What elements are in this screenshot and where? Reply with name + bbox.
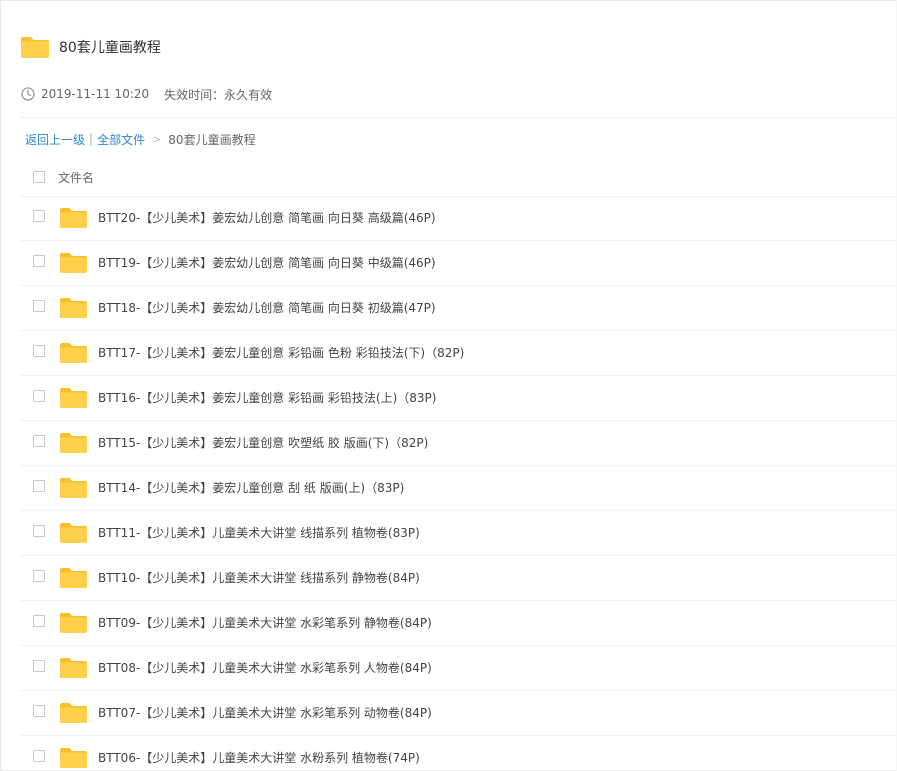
folder-icon: [21, 36, 49, 58]
file-row[interactable]: BTT17-【少儿美术】姜宏儿童创意 彩铅画 色粉 彩铅技法(下)（82P): [21, 331, 896, 376]
row-checkbox[interactable]: [33, 660, 45, 672]
folder-icon: [60, 298, 87, 318]
breadcrumb-arrow: >: [152, 132, 162, 146]
row-checkbox[interactable]: [33, 390, 45, 402]
file-row[interactable]: BTT20-【少儿美术】姜宏幼儿创意 简笔画 向日葵 高级篇(46P): [21, 196, 896, 241]
file-name[interactable]: BTT18-【少儿美术】姜宏幼儿创意 简笔画 向日葵 初级篇(47P): [98, 299, 436, 316]
folder-icon: [60, 208, 87, 228]
share-meta: 2019-11-11 10:20 失效时间： 永久有效: [21, 85, 272, 103]
file-row[interactable]: BTT08-【少儿美术】儿童美术大讲堂 水彩笔系列 人物卷(84P): [21, 646, 896, 691]
column-header-filename: 文件名: [58, 171, 95, 185]
breadcrumb: 返回上一级 | 全部文件 > 80套儿童画教程: [25, 130, 256, 148]
file-name[interactable]: BTT17-【少儿美术】姜宏儿童创意 彩铅画 色粉 彩铅技法(下)（82P): [98, 344, 464, 361]
row-checkbox[interactable]: [33, 615, 45, 627]
file-row[interactable]: BTT09-【少儿美术】儿童美术大讲堂 水彩笔系列 静物卷(84P): [21, 601, 896, 646]
page-title: 80套儿童画教程: [59, 40, 161, 56]
share-title-row: 80套儿童画教程: [21, 35, 161, 59]
row-checkbox[interactable]: [33, 255, 45, 267]
file-list-header: 文件名: [21, 159, 896, 197]
file-name[interactable]: BTT16-【少儿美术】姜宏儿童创意 彩铅画 彩铅技法(上)（83P): [98, 389, 436, 406]
all-files-link[interactable]: 全部文件: [97, 131, 145, 148]
file-name[interactable]: BTT09-【少儿美术】儿童美术大讲堂 水彩笔系列 静物卷(84P): [98, 614, 432, 631]
file-name[interactable]: BTT14-【少儿美术】姜宏儿童创意 刮 纸 版画(上)（83P): [98, 479, 404, 496]
folder-icon: [60, 478, 87, 498]
folder-icon: [60, 748, 87, 768]
folder-icon: [60, 343, 87, 363]
file-row[interactable]: BTT16-【少儿美术】姜宏儿童创意 彩铅画 彩铅技法(上)（83P): [21, 376, 896, 421]
folder-icon: [60, 388, 87, 408]
file-list: BTT20-【少儿美术】姜宏幼儿创意 简笔画 向日葵 高级篇(46P) BTT19…: [21, 196, 896, 770]
folder-icon: [60, 253, 87, 273]
row-checkbox[interactable]: [33, 345, 45, 357]
row-checkbox[interactable]: [33, 210, 45, 222]
breadcrumb-current: 80套儿童画教程: [168, 132, 256, 147]
folder-icon: [60, 658, 87, 678]
row-checkbox[interactable]: [33, 570, 45, 582]
select-all-checkbox[interactable]: [33, 171, 45, 183]
share-panel: 80套儿童画教程 2019-11-11 10:20 失效时间： 永久有效 返回上…: [0, 0, 896, 771]
file-row[interactable]: BTT18-【少儿美术】姜宏幼儿创意 简笔画 向日葵 初级篇(47P): [21, 286, 896, 331]
file-name[interactable]: BTT11-【少儿美术】儿童美术大讲堂 线描系列 植物卷(83P): [98, 524, 420, 541]
file-name[interactable]: BTT15-【少儿美术】姜宏儿童创意 吹塑纸 胶 版画(下)（82P): [98, 434, 428, 451]
file-name[interactable]: BTT06-【少儿美术】儿童美术大讲堂 水粉系列 植物卷(74P): [98, 749, 420, 766]
file-row[interactable]: BTT19-【少儿美术】姜宏幼儿创意 简笔画 向日葵 中级篇(46P): [21, 241, 896, 286]
folder-icon: [60, 703, 87, 723]
file-name[interactable]: BTT10-【少儿美术】儿童美术大讲堂 线描系列 静物卷(84P): [98, 569, 420, 586]
folder-icon: [60, 568, 87, 588]
file-row[interactable]: BTT15-【少儿美术】姜宏儿童创意 吹塑纸 胶 版画(下)（82P): [21, 421, 896, 466]
expiry-label: 失效时间：: [164, 87, 225, 102]
folder-icon: [60, 523, 87, 543]
file-row[interactable]: BTT06-【少儿美术】儿童美术大讲堂 水粉系列 植物卷(74P): [21, 736, 896, 770]
share-date: 2019-11-11 10:20: [41, 87, 150, 101]
expiry-value: 永久有效: [224, 87, 273, 102]
row-checkbox[interactable]: [33, 525, 45, 537]
file-name[interactable]: BTT08-【少儿美术】儿童美术大讲堂 水彩笔系列 人物卷(84P): [98, 659, 432, 676]
file-name[interactable]: BTT19-【少儿美术】姜宏幼儿创意 简笔画 向日葵 中级篇(46P): [98, 254, 436, 271]
file-row[interactable]: BTT07-【少儿美术】儿童美术大讲堂 水彩笔系列 动物卷(84P): [21, 691, 896, 736]
divider: [21, 117, 896, 118]
row-checkbox[interactable]: [33, 435, 45, 447]
file-row[interactable]: BTT10-【少儿美术】儿童美术大讲堂 线描系列 静物卷(84P): [21, 556, 896, 601]
file-row[interactable]: BTT14-【少儿美术】姜宏儿童创意 刮 纸 版画(上)（83P): [21, 466, 896, 511]
row-checkbox[interactable]: [33, 480, 45, 492]
folder-icon: [60, 433, 87, 453]
folder-icon: [60, 613, 87, 633]
file-name[interactable]: BTT07-【少儿美术】儿童美术大讲堂 水彩笔系列 动物卷(84P): [98, 704, 432, 721]
file-row[interactable]: BTT11-【少儿美术】儿童美术大讲堂 线描系列 植物卷(83P): [21, 511, 896, 556]
clock-icon: [21, 87, 35, 101]
row-checkbox[interactable]: [33, 300, 45, 312]
back-link[interactable]: 返回上一级: [25, 131, 85, 148]
row-checkbox[interactable]: [33, 750, 45, 762]
row-checkbox[interactable]: [33, 705, 45, 717]
breadcrumb-separator: |: [89, 132, 94, 146]
file-name[interactable]: BTT20-【少儿美术】姜宏幼儿创意 简笔画 向日葵 高级篇(46P): [98, 209, 436, 226]
